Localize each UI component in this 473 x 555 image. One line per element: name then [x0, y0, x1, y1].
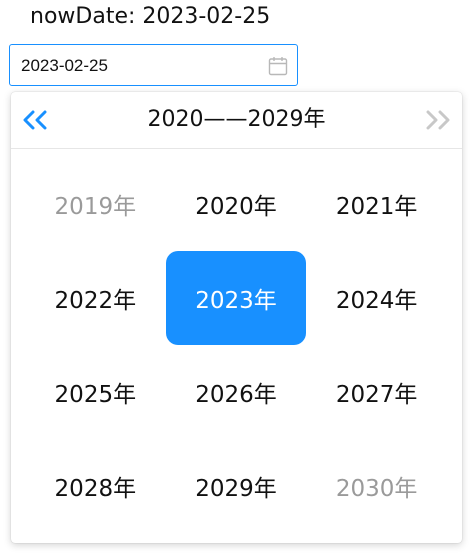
year-label[interactable]: 2019年	[25, 157, 165, 251]
year-cell-selected[interactable]: 2023年	[165, 251, 307, 345]
year-cell[interactable]: 2030年	[306, 439, 447, 533]
year-label[interactable]: 2028年	[25, 439, 165, 533]
now-date-label: nowDate: 2023-02-25	[30, 4, 271, 29]
year-label[interactable]: 2026年	[166, 345, 306, 439]
year-cell[interactable]: 2022年	[25, 251, 166, 345]
year-label[interactable]: 2022年	[25, 251, 165, 345]
double-chevron-left-icon[interactable]	[19, 104, 53, 136]
double-chevron-right-icon[interactable]	[420, 104, 454, 136]
year-cell[interactable]: 2028年	[25, 439, 166, 533]
year-label[interactable]: 2030年	[307, 439, 447, 533]
decade-title: 2020——2029年	[147, 107, 326, 132]
year-label[interactable]: 2029年	[166, 439, 306, 533]
date-input[interactable]: 2023-02-25	[9, 44, 298, 86]
year-label[interactable]: 2025年	[25, 345, 165, 439]
date-input-value[interactable]: 2023-02-25	[21, 45, 108, 87]
year-cell[interactable]: 2021年	[306, 157, 447, 251]
year-cell[interactable]: 2024年	[306, 251, 447, 345]
year-cell[interactable]: 2027年	[306, 345, 447, 439]
year-cell[interactable]: 2026年	[166, 345, 307, 439]
year-cell[interactable]: 2029年	[166, 439, 307, 533]
year-grid: 2019年 2020年 2021年 2022年 2023年 2024年 2025…	[25, 157, 447, 533]
year-label[interactable]: 2021年	[307, 157, 447, 251]
year-label[interactable]: 2024年	[307, 251, 447, 345]
year-label[interactable]: 2023年	[165, 251, 306, 345]
calendar-icon[interactable]	[267, 55, 289, 77]
year-label[interactable]: 2027年	[307, 345, 447, 439]
year-cell[interactable]: 2020年	[166, 157, 307, 251]
year-cell[interactable]: 2025年	[25, 345, 166, 439]
year-picker-header: 2020——2029年	[11, 92, 462, 149]
year-label[interactable]: 2020年	[166, 157, 306, 251]
year-picker-panel: 2020——2029年 2019年 2020年 2021年 2022年 2023…	[11, 92, 462, 543]
year-cell[interactable]: 2019年	[25, 157, 166, 251]
